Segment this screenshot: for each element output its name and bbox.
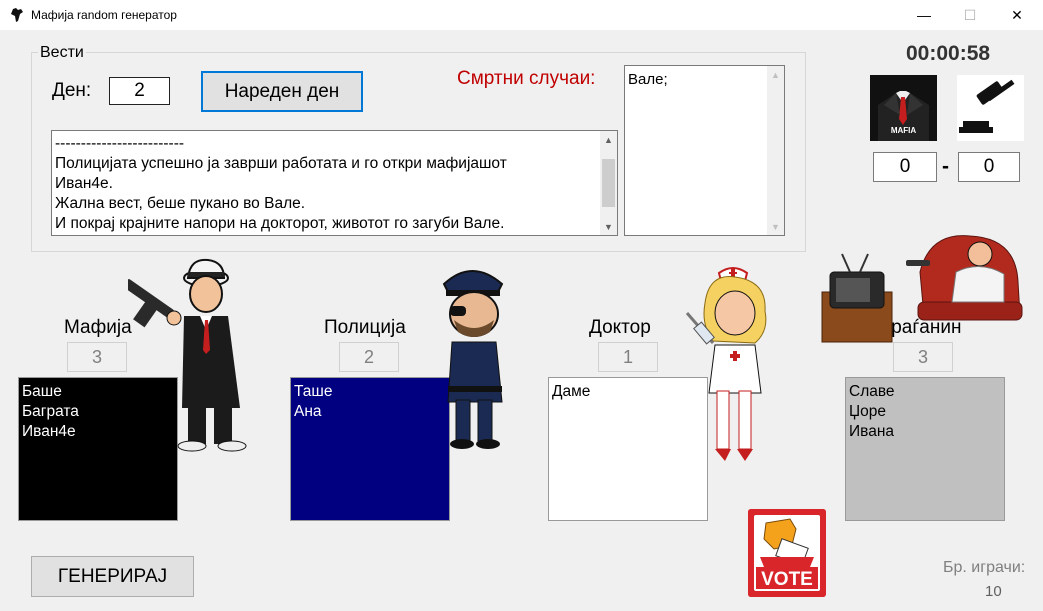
vote-button-label: VOTE	[761, 569, 813, 590]
close-button[interactable]: ✕	[994, 0, 1040, 30]
day-value: 2	[109, 77, 170, 105]
scroll-up-icon[interactable]: ▲	[767, 66, 784, 83]
players-count-label: Бр. играчи:	[943, 559, 1026, 576]
player-list-citizen[interactable]: Славе Џоре Ивана	[845, 377, 1005, 521]
deaths-scrollbar[interactable]: ▲ ▼	[767, 66, 784, 235]
vote-button[interactable]: VOTE	[748, 509, 826, 597]
nurse-illustration-icon	[685, 267, 767, 461]
role-count-mafia: 3	[67, 342, 127, 372]
player-list-doctor[interactable]: Даме	[548, 377, 708, 521]
list-item: Ана	[294, 403, 322, 420]
player-list-police[interactable]: Таше Ана	[290, 377, 450, 521]
generate-button[interactable]: ГЕНЕРИРАЈ	[31, 556, 194, 597]
score-mafia: 0	[873, 152, 937, 182]
gavel-icon	[957, 75, 1024, 141]
deaths-textbox[interactable]: Вале; ▲ ▼	[624, 65, 785, 236]
deaths-label: Смртни случаи:	[457, 68, 596, 89]
citizen-tv-couch-illustration-icon	[821, 235, 1023, 343]
news-log-text: ------------------------- Полицијата усп…	[55, 134, 600, 234]
news-log-textbox[interactable]: ------------------------- Полицијата усп…	[51, 130, 618, 236]
list-item: Даме	[552, 383, 591, 400]
score-citizens: 0	[958, 152, 1020, 182]
minimize-button[interactable]: —	[901, 0, 947, 30]
scroll-down-icon[interactable]: ▼	[600, 218, 617, 235]
window-title: Мафија random генератор	[31, 8, 177, 22]
role-count-doctor: 1	[598, 342, 658, 372]
log-line: -------------------------	[55, 135, 185, 152]
scroll-thumb[interactable]	[602, 159, 615, 207]
maximize-button[interactable]: ☐	[947, 0, 993, 30]
list-item: Џоре	[849, 403, 887, 420]
players-count-value: 10	[985, 583, 1002, 600]
log-line: И покрај крајните напори на докторот, жи…	[55, 215, 505, 232]
scroll-down-icon[interactable]: ▼	[767, 218, 784, 235]
log-line: Жална вест, беше пукано во Вале.	[55, 195, 306, 212]
mafia-gangster-illustration-icon	[128, 258, 247, 452]
ballot-hand-icon: VOTE	[748, 509, 826, 597]
list-item: Ивана	[849, 423, 895, 440]
role-label-doctor: Доктор	[589, 317, 651, 338]
role-count-police: 2	[339, 342, 399, 372]
list-item: Таше	[294, 383, 333, 400]
news-legend: Вести	[38, 44, 86, 62]
police-officer-illustration-icon	[442, 270, 504, 449]
mafia-suit-icon: MAFIA	[870, 75, 937, 141]
deaths-text: Вале;	[628, 71, 668, 88]
log-line: Полицијата успешно ја заврши работата и …	[55, 155, 507, 172]
role-label-mafia: Мафија	[64, 317, 132, 338]
app-icon	[11, 8, 23, 22]
game-timer: 00:00:58	[906, 42, 991, 65]
title-bar: Мафија random генератор — ☐ ✕	[0, 0, 1043, 30]
log-line: Иван4е.	[55, 175, 113, 192]
next-day-button[interactable]: Нареден ден	[201, 71, 363, 112]
list-item: Славе	[849, 383, 895, 400]
scroll-up-icon[interactable]: ▲	[600, 131, 617, 148]
day-label: Ден:	[52, 80, 92, 101]
score-separator: -	[942, 155, 949, 178]
news-log-scrollbar[interactable]: ▲ ▼	[600, 131, 617, 235]
role-label-police: Полиција	[324, 317, 406, 338]
mafia-card-text: MAFIA	[891, 126, 917, 135]
